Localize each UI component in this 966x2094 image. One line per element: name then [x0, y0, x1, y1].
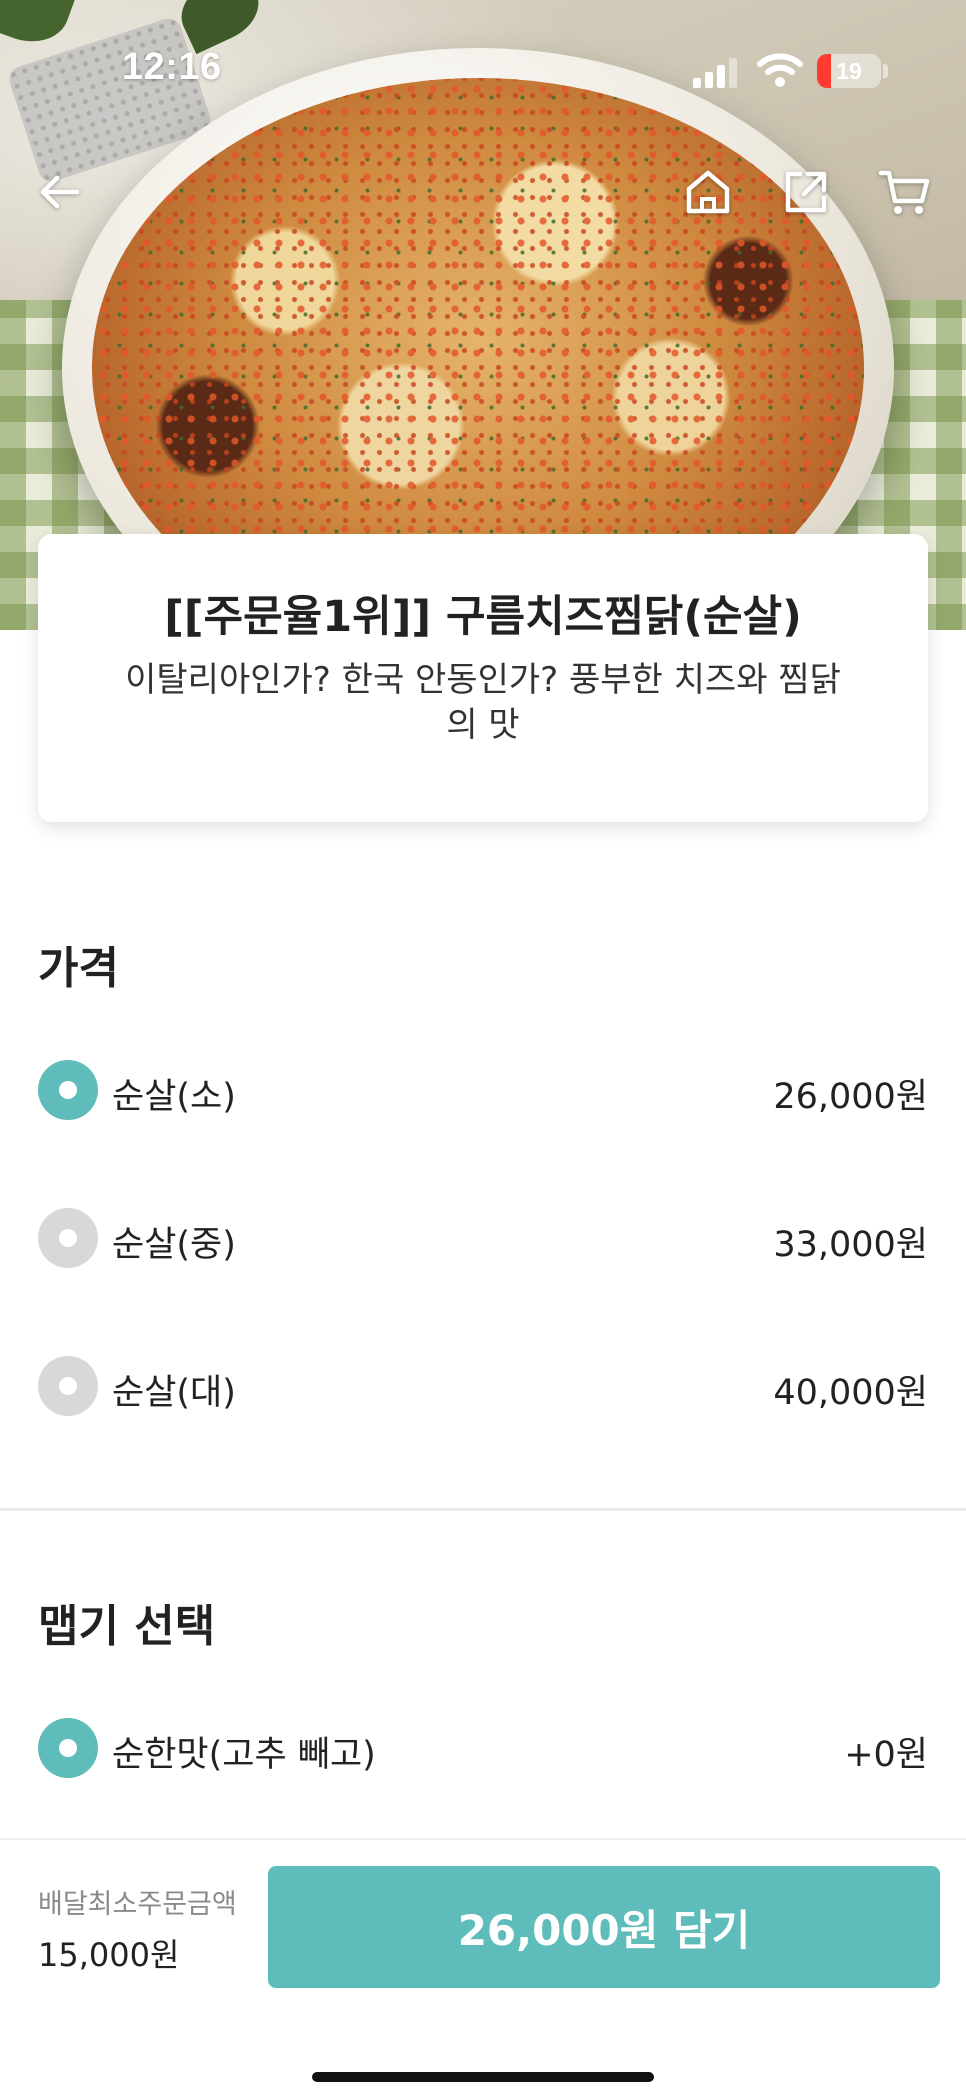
spice-option-mild[interactable]: 순한맛(고추 빼고) +0원 — [38, 1716, 928, 1780]
option-label: 순살(중) — [112, 1225, 236, 1265]
radio-button-selected[interactable] — [38, 1060, 98, 1120]
radio-button[interactable] — [38, 1208, 98, 1268]
home-indicator[interactable] — [312, 2072, 654, 2082]
product-title-card: [[주문율1위]] 구름치즈찜닭(순살) 이탈리아인가? 한국 안동인가? 풍부… — [38, 534, 928, 822]
status-time: 12:16 — [122, 46, 222, 88]
home-icon — [686, 170, 730, 214]
bottom-order-bar: 배달최소주문금액 15,000원 26,000원 담기 — [0, 1838, 966, 2094]
section-divider — [0, 1508, 966, 1511]
option-label: 순살(소) — [112, 1077, 236, 1117]
price-section-title: 가격 — [38, 943, 119, 994]
option-price: 40,000원 — [773, 1373, 928, 1413]
wifi-icon — [757, 53, 803, 87]
option-price: 33,000원 — [773, 1225, 928, 1265]
battery-icon: 19 — [817, 54, 881, 88]
cart-icon — [878, 170, 930, 214]
option-price: +0원 — [844, 1735, 928, 1775]
back-button[interactable] — [30, 162, 90, 222]
product-description: 이탈리아인가? 한국 안동인가? 풍부한 치즈와 찜닭의 맛 — [125, 659, 841, 746]
product-title: [[주문율1위]] 구름치즈찜닭(순살) — [164, 592, 802, 642]
home-button[interactable] — [678, 162, 738, 222]
status-bar: 12:16 19 — [0, 0, 966, 140]
spice-section-title: 맵기 선택 — [38, 1601, 216, 1652]
cart-button[interactable] — [874, 162, 934, 222]
option-label: 순한맛(고추 빼고) — [112, 1735, 376, 1775]
add-to-cart-button[interactable]: 26,000원 담기 — [268, 1866, 940, 1988]
price-option-large[interactable]: 순살(대) 40,000원 — [38, 1354, 928, 1418]
price-option-medium[interactable]: 순살(중) 33,000원 — [38, 1206, 928, 1270]
product-detail-page: 12:16 19 [[주문율1위]] 구름치즈찜닭(순살) 이탈리아인가? 한국… — [0, 0, 966, 2094]
min-order-value: 15,000원 — [38, 1936, 180, 1974]
share-icon — [785, 171, 827, 213]
radio-button-selected[interactable] — [38, 1718, 98, 1778]
min-order-label: 배달최소주문금액 — [38, 1889, 237, 1920]
share-button[interactable] — [776, 162, 836, 222]
option-price: 26,000원 — [773, 1077, 928, 1117]
arrow-left-icon — [40, 175, 80, 209]
price-option-small[interactable]: 순살(소) 26,000원 — [38, 1058, 928, 1122]
cellular-signal-icon — [693, 58, 737, 88]
battery-level: 19 — [836, 58, 862, 84]
option-label: 순살(대) — [112, 1373, 236, 1413]
radio-button[interactable] — [38, 1356, 98, 1416]
